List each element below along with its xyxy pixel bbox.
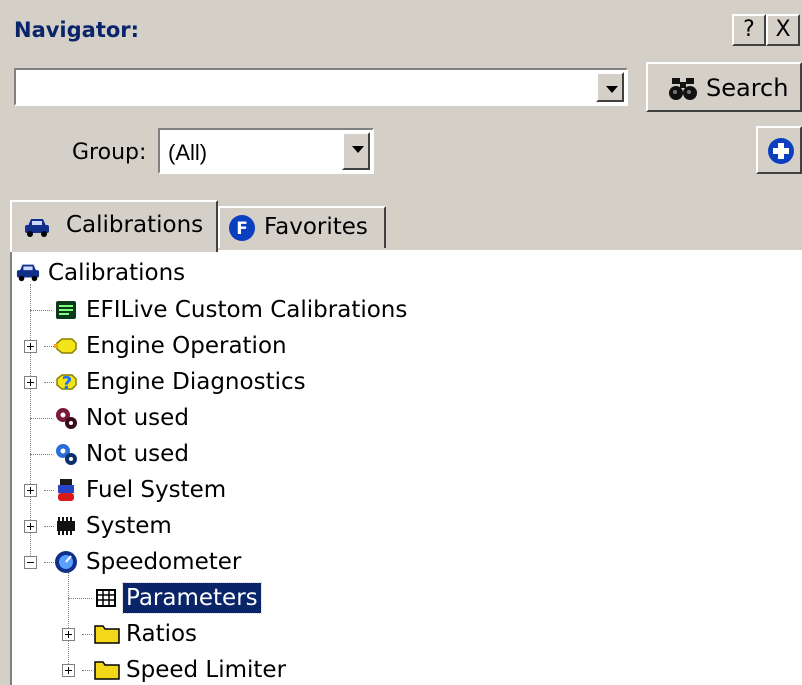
tree-item-label: System (86, 513, 172, 539)
gears-blue-icon (54, 442, 78, 466)
tree-item-ratios[interactable]: Ratios (94, 619, 200, 649)
tree-item-label: Engine Diagnostics (86, 369, 306, 395)
tab-calibrations[interactable]: Calibrations (10, 200, 218, 252)
navigator-title: Navigator: (14, 18, 140, 42)
svg-text:F: F (236, 219, 248, 239)
tree-item-label: EFILive Custom Calibrations (86, 297, 408, 323)
fuel-system-icon (54, 478, 78, 502)
tree-item-efilive-custom-calibrations[interactable]: EFILive Custom Calibrations (54, 295, 410, 325)
tree-item-label: Not used (86, 441, 189, 467)
group-label: Group: (72, 140, 147, 165)
binoculars-icon (668, 76, 698, 106)
close-button[interactable]: X (766, 14, 800, 46)
tree-item-engine-operation[interactable]: Engine Operation (54, 331, 290, 361)
tree-item-label: Calibrations (48, 260, 186, 286)
expander-engine-diagnostics[interactable] (24, 376, 37, 389)
car-icon (16, 261, 40, 285)
tree-item-not-used-1[interactable]: Not used (54, 403, 192, 433)
tab-favorites[interactable]: F Favorites (218, 206, 386, 248)
table-icon (94, 586, 118, 610)
tree-item-label: Fuel System (86, 477, 227, 503)
favorites-f-icon: F (229, 215, 255, 241)
custom-calibrations-icon (54, 298, 78, 322)
folder-icon (94, 658, 120, 682)
svg-text:?: ? (62, 373, 72, 394)
calibrations-tree[interactable]: Calibrations EFILive Custom Calibrations… (10, 250, 802, 685)
search-input[interactable] (14, 68, 628, 106)
add-button[interactable] (756, 126, 802, 174)
search-button[interactable]: Search (646, 62, 802, 112)
search-dropdown-arrow[interactable] (596, 72, 624, 102)
expander-speedometer[interactable] (24, 556, 37, 569)
tree-item-parameters[interactable]: Parameters (94, 582, 262, 614)
group-select[interactable]: (All) (158, 128, 374, 174)
expander-speed-limiter[interactable] (62, 664, 75, 677)
tree-item-label: Not used (86, 405, 189, 431)
speedometer-icon (54, 550, 78, 574)
expander-system[interactable] (24, 520, 37, 533)
gears-icon (54, 406, 78, 430)
diagnostics-icon: ? (54, 370, 78, 394)
tab-favorites-label: Favorites (264, 214, 368, 240)
tree-item-label: Ratios (126, 621, 198, 647)
tree-item-speed-limiter[interactable]: Speed Limiter (94, 655, 289, 685)
folder-icon (94, 622, 120, 646)
tree-item-not-used-2[interactable]: Not used (54, 439, 192, 469)
tree-root-calibrations[interactable]: Calibrations (16, 258, 188, 288)
tree-item-label: Engine Operation (86, 333, 287, 359)
expander-ratios[interactable] (62, 628, 75, 641)
tree-item-label: Speed Limiter (126, 657, 287, 683)
tab-calibrations-label: Calibrations (66, 212, 204, 238)
tree-item-speedometer[interactable]: Speedometer (54, 547, 244, 577)
tree-item-label: Parameters (122, 582, 262, 614)
search-button-label: Search (706, 74, 789, 102)
tree-item-system[interactable]: System (54, 511, 175, 541)
add-circle-icon (768, 138, 794, 164)
chip-icon (54, 514, 78, 538)
engine-icon (54, 334, 78, 358)
tree-item-label: Speedometer (86, 549, 242, 575)
group-select-value: (All) (168, 140, 208, 165)
tree-item-fuel-system[interactable]: Fuel System (54, 475, 229, 505)
group-dropdown-arrow[interactable] (342, 132, 370, 170)
expander-engine-operation[interactable] (24, 340, 37, 353)
expander-fuel-system[interactable] (24, 484, 37, 497)
tree-item-engine-diagnostics[interactable]: ? Engine Diagnostics (54, 367, 309, 397)
car-icon (25, 219, 49, 237)
help-button[interactable]: ? (732, 14, 766, 46)
